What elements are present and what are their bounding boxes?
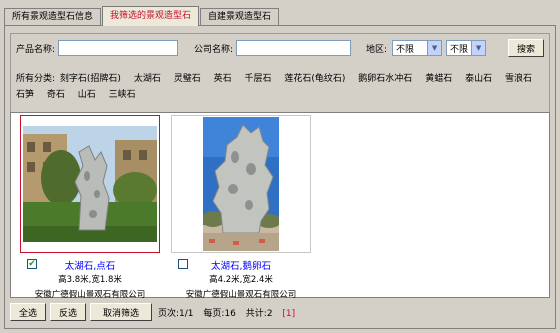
result-company: 安徽广德假山景观石有限公司 — [34, 290, 146, 300]
category-link[interactable]: 英石 — [214, 74, 232, 84]
select-all-button[interactable]: 全选 — [10, 303, 46, 321]
region-label: 地区: — [366, 44, 388, 55]
per-page-info: 每页:16 — [203, 308, 236, 319]
result-title[interactable]: 太湖石,点石 — [20, 258, 160, 272]
category-link[interactable]: 千层石 — [245, 74, 272, 84]
chevron-down-icon: ▼ — [427, 41, 442, 55]
company-name-label: 公司名称: — [194, 44, 234, 55]
result-company: 安徽广德假山景观石有限公司 — [185, 290, 297, 300]
category-link[interactable]: 莲花石(龟纹石) — [284, 74, 345, 84]
category-link[interactable]: 灵璧石 — [174, 74, 201, 84]
tab-all-stones[interactable]: 所有景观造型石信息 — [4, 8, 102, 26]
result-card: 太湖石,鹅卵石 高4.2米,宽2.4米 安徽广德假山景观石有限公司 — [171, 113, 321, 300]
result-dimensions: 高3.8米,宽1.8米 — [58, 275, 122, 285]
tab-bar: 所有景观造型石信息 我筛选的景观造型石 自建景观造型石 — [4, 6, 280, 26]
stone-thumbnail[interactable] — [171, 115, 311, 253]
category-link[interactable]: 三峡石 — [109, 90, 136, 100]
region-row: 地区: 不限 ▼ 不限 ▼ — [366, 40, 487, 56]
category-link[interactable]: 山石 — [78, 90, 96, 100]
stone-thumbnail[interactable] — [20, 115, 160, 253]
category-link[interactable]: 太湖石 — [134, 74, 161, 84]
product-name-label: 产品名称: — [16, 44, 56, 55]
bottom-toolbar: 全选 反选 取消筛选 页次:1/1 每页:16 共计:2 [1] — [10, 303, 302, 321]
category-link[interactable]: 泰山石 — [465, 74, 492, 84]
results-grid: ✔ 太湖石,点石 高3.8米,宽1.8米 安徽广德假山景观石有限公司 太湖石,鹅… — [10, 112, 550, 300]
stone-photo — [23, 126, 157, 242]
page-info: 页次:1/1 — [158, 308, 194, 319]
result-dimensions: 高4.2米,宽2.4米 — [209, 275, 273, 285]
category-link[interactable]: 雪浪石 — [505, 74, 532, 84]
total-count: 共计:2 — [245, 308, 273, 319]
tab-my-filtered-stones[interactable]: 我筛选的景观造型石 — [102, 6, 200, 26]
city-select[interactable]: 不限 ▼ — [446, 40, 487, 56]
tab-panel: 产品名称: 公司名称: 地区: 不限 ▼ 不限 ▼ 搜索 所有分类: 刻字石(招… — [4, 25, 556, 329]
category-link[interactable]: 刻字石(招牌石) — [60, 74, 121, 84]
tab-self-built-stones[interactable]: 自建景观造型石 — [200, 8, 280, 26]
pagination: 页次:1/1 每页:16 共计:2 [1] — [158, 306, 302, 319]
result-title[interactable]: 太湖石,鹅卵石 — [171, 258, 311, 272]
product-name-row: 产品名称: — [16, 40, 179, 56]
invert-selection-button[interactable]: 反选 — [50, 303, 86, 321]
category-link[interactable]: 鹅卵石水冲石 — [358, 74, 412, 84]
province-select-value: 不限 — [396, 44, 415, 55]
product-name-input[interactable] — [58, 40, 179, 56]
chevron-down-icon: ▼ — [471, 41, 486, 55]
category-list: 所有分类: 刻字石(招牌石) 太湖石 灵璧石 英石 千层石 莲花石(龟纹石) 鹅… — [16, 71, 546, 103]
result-card: ✔ 太湖石,点石 高3.8米,宽1.8米 安徽广德假山景观石有限公司 — [20, 113, 170, 300]
category-label: 所有分类: — [16, 74, 56, 84]
search-button[interactable]: 搜索 — [508, 39, 544, 57]
category-link[interactable]: 黄蜡石 — [425, 74, 452, 84]
category-link[interactable]: 石笋 — [16, 90, 34, 100]
stone-photo — [203, 117, 279, 251]
province-select[interactable]: 不限 ▼ — [392, 40, 443, 56]
page-link[interactable]: [1] — [282, 309, 295, 319]
company-name-row: 公司名称: — [194, 40, 352, 56]
city-select-value: 不限 — [450, 44, 469, 55]
cancel-filter-button[interactable]: 取消筛选 — [90, 303, 152, 321]
company-name-input[interactable] — [236, 40, 352, 56]
category-link[interactable]: 奇石 — [47, 90, 65, 100]
